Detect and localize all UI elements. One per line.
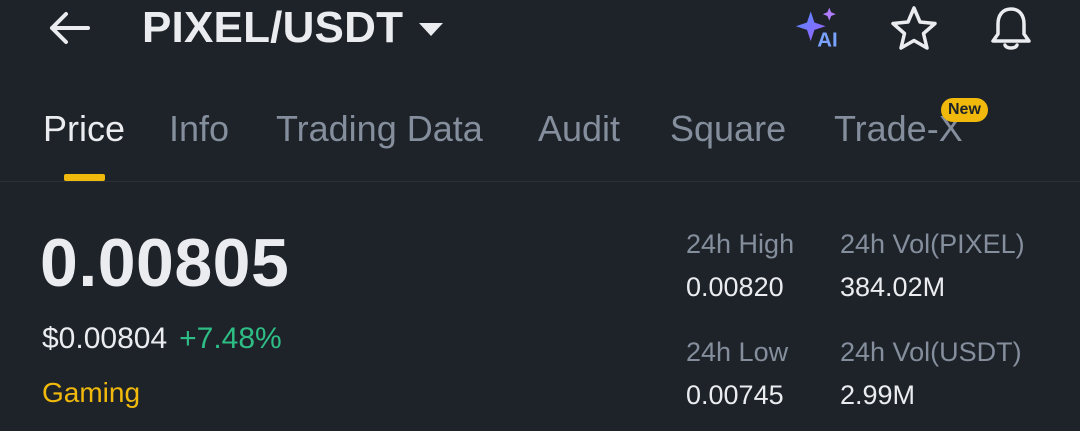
last-price: 0.00805	[40, 225, 290, 301]
ai-button[interactable]: AI	[794, 4, 846, 54]
high-label: 24h High	[686, 229, 795, 259]
high-value: 0.00820	[686, 272, 784, 302]
tab-price[interactable]: Price	[43, 108, 125, 150]
pair-title: PIXEL/USDT	[142, 3, 404, 52]
chevron-down-icon	[419, 22, 444, 36]
low-value: 0.00745	[686, 380, 784, 410]
active-tab-indicator	[64, 174, 105, 181]
star-icon	[891, 6, 937, 50]
fiat-price: $0.00804	[42, 322, 168, 355]
new-badge: New	[941, 98, 988, 122]
tab-square[interactable]: Square	[670, 108, 786, 150]
tab-divider	[0, 181, 1080, 182]
price-change-percent: +7.48%	[179, 322, 282, 355]
low-label: 24h Low	[686, 337, 789, 367]
pair-selector[interactable]: PIXEL/USDT	[142, 2, 444, 54]
back-button[interactable]	[44, 6, 96, 50]
tab-bar: Price Info Trading Data Audit Square Tra…	[0, 98, 1080, 182]
vol-quote-label: 24h Vol(USDT)	[840, 337, 1022, 367]
vol-quote-value: 2.99M	[840, 380, 916, 410]
back-arrow-icon	[50, 12, 90, 44]
ai-sparkle-icon: AI	[795, 7, 838, 52]
ai-label: AI	[817, 30, 837, 52]
tab-audit[interactable]: Audit	[538, 108, 620, 150]
vol-base-label: 24h Vol(PIXEL)	[840, 229, 1025, 259]
vol-base-value: 384.02M	[840, 272, 946, 302]
tab-info[interactable]: Info	[169, 108, 229, 150]
favorite-button[interactable]	[888, 4, 940, 54]
price-alert-button[interactable]	[985, 4, 1037, 54]
category-tag[interactable]: Gaming	[42, 377, 140, 409]
tab-trading-data[interactable]: Trading Data	[276, 108, 483, 150]
fiat-price-row: $0.00804 +7.48%	[42, 322, 282, 356]
bell-icon	[991, 7, 1031, 50]
